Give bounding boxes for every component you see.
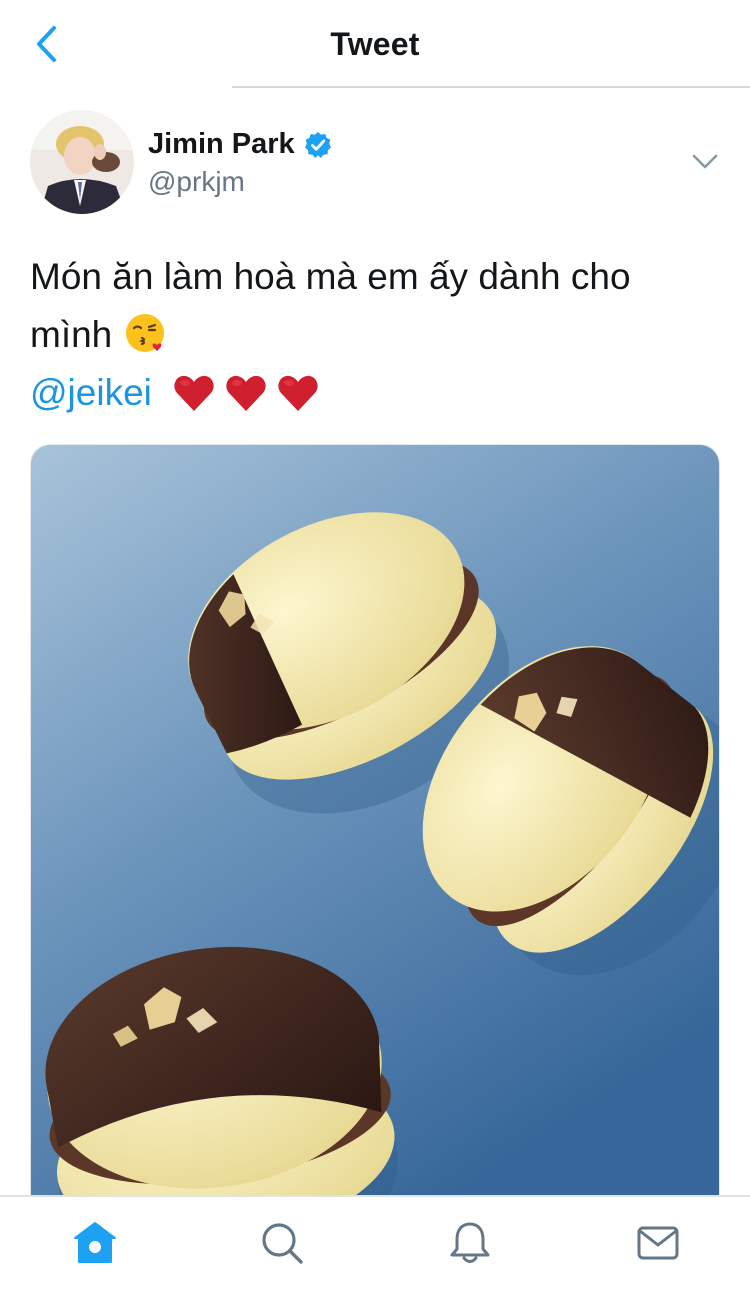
tab-search[interactable] [258,1219,306,1267]
chevron-down-icon[interactable] [690,150,720,174]
top-navigation-bar: Tweet [0,0,750,88]
avatar-image [30,110,134,214]
envelope-icon [637,1226,679,1260]
page-title: Tweet [330,26,420,62]
author-name-row[interactable]: Jimin Park [148,128,333,161]
tab-home[interactable] [71,1219,119,1267]
header-divider [232,86,750,88]
bell-icon [450,1222,490,1263]
home-icon [74,1222,116,1263]
mention-link[interactable]: @jeikei [30,372,152,413]
red-hearts-emoji-icon [174,375,318,411]
tab-messages[interactable] [634,1219,682,1267]
bottom-tab-bar [0,1195,750,1294]
tweet-media-photo[interactable] [30,444,720,1196]
tweet-text-line-2-text: mình [30,314,113,355]
author-handle[interactable]: @prkjm [148,166,245,198]
tweet-text-line-3: @jeikei [30,364,720,422]
tweet-text-line-2: mình [30,306,720,364]
tab-notifications[interactable] [446,1219,494,1267]
verified-badge-icon [304,131,331,158]
tweet-text: Món ăn làm hoà mà em ấy dành cho mình @j… [30,248,720,422]
macarons-photo [31,445,719,1196]
tweet-text-line-1: Món ăn làm hoà mà em ấy dành cho [30,256,631,297]
author-name[interactable]: Jimin Park [148,128,295,161]
tweet-header: Jimin Park @prkjm [30,110,720,220]
avatar[interactable] [30,110,134,214]
kissing-face-emoji-icon [125,314,164,352]
search-icon [262,1223,303,1264]
